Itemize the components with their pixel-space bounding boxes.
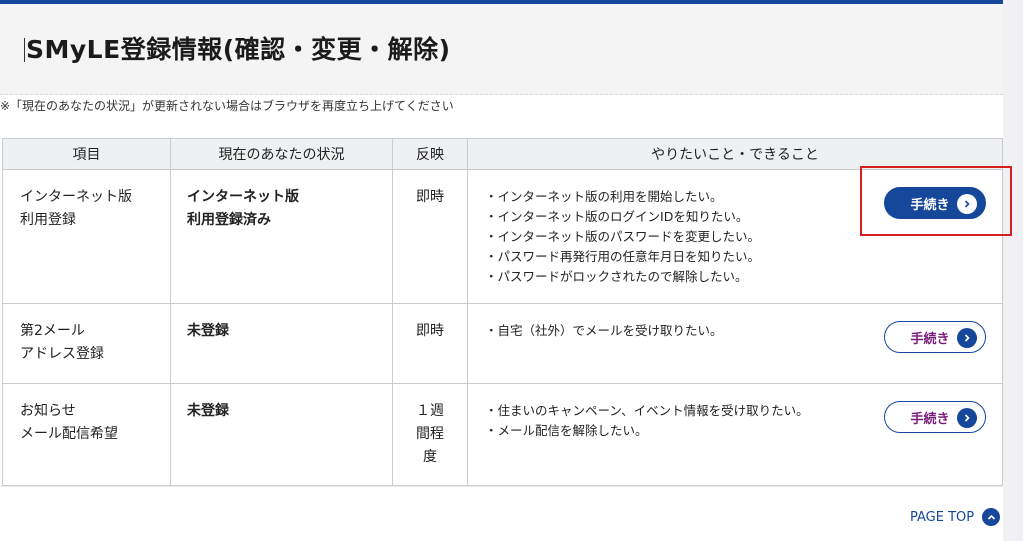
chevron-right-icon — [957, 194, 977, 214]
reflect-text: 即時 — [416, 323, 444, 339]
item-cell: インターネット版 利用登録 — [2, 169, 171, 304]
todo-item: パスワードがロックされたので解除したい。 — [485, 267, 1002, 287]
status-line: 未登録 — [187, 403, 229, 419]
table-row: 第2メール アドレス登録 未登録 即時 自宅（社外）でメールを受け取りたい。 — [2, 303, 1003, 384]
table-header-row: 項目 現在のあなたの状況 反映 やりたいこと・できること — [2, 138, 1003, 170]
reflect-text: 即時 — [416, 189, 444, 205]
item-label-line: お知らせ — [20, 403, 76, 419]
item-label-line: 利用登録 — [20, 212, 76, 228]
reflect-text: 度 — [423, 449, 437, 465]
status-cell: 未登録 — [170, 383, 393, 486]
status-line: 利用登録済み — [187, 212, 271, 228]
procedure-button-internet[interactable]: 手続き — [884, 187, 986, 219]
table-row: インターネット版 利用登録 インターネット版 利用登録済み 即時 インターネット… — [2, 169, 1003, 304]
registration-table: 項目 現在のあなたの状況 反映 やりたいこと・できること インターネット版 利用… — [2, 138, 1003, 486]
header-reflect: 反映 — [392, 138, 468, 170]
reflect-text: 間程 — [416, 426, 444, 442]
item-label-line: 第2メール — [20, 323, 85, 339]
notice-text: ※「現在のあなたの状況」が更新されない場合はブラウザを再度立ち上げてください — [0, 99, 454, 113]
reflect-cell: 即時 — [392, 303, 468, 384]
item-label-line: メール配信希望 — [20, 426, 118, 442]
page-header: SMyLE登録情報(確認・変更・解除) — [0, 4, 1003, 95]
procedure-button-label: 手続き — [910, 197, 950, 213]
reflect-text: １週 — [416, 403, 444, 419]
page-top-link[interactable]: PAGE TOP — [910, 508, 1001, 526]
status-cell: 未登録 — [170, 303, 393, 384]
status-line: 未登録 — [187, 323, 229, 339]
divider — [0, 486, 1003, 487]
chevron-up-icon — [982, 508, 1001, 526]
chevron-right-icon — [957, 408, 977, 428]
header-todo: やりたいこと・できること — [467, 138, 1003, 170]
header-item: 項目 — [2, 138, 171, 170]
procedure-button-newsletter[interactable]: 手続き — [884, 401, 986, 433]
reflect-cell: １週 間程 度 — [392, 383, 468, 486]
todo-cell: インターネット版の利用を開始したい。 インターネット版のログインIDを知りたい。… — [467, 169, 1003, 304]
page-title: SMyLE登録情報(確認・変更・解除) — [26, 35, 451, 64]
reflect-cell: 即時 — [392, 169, 468, 304]
status-line: インターネット版 — [187, 189, 299, 205]
item-cell: 第2メール アドレス登録 — [2, 303, 171, 384]
procedure-button-label: 手続き — [910, 331, 950, 347]
todo-cell: 自宅（社外）でメールを受け取りたい。 手続き — [467, 303, 1003, 384]
scrollbar-track[interactable] — [1003, 0, 1023, 541]
status-cell: インターネット版 利用登録済み — [170, 169, 393, 304]
header-status: 現在のあなたの状況 — [170, 138, 393, 170]
table-row: お知らせ メール配信希望 未登録 １週 間程 度 住まいのキャンペーン、イベント… — [2, 383, 1003, 486]
item-label-line: インターネット版 — [20, 189, 132, 205]
text-cursor — [24, 38, 25, 62]
chevron-right-icon — [957, 328, 977, 348]
procedure-button-label: 手続き — [910, 411, 950, 427]
page-top-label: PAGE TOP — [910, 509, 975, 525]
todo-item: パスワード再発行用の任意年月日を知りたい。 — [485, 247, 1002, 267]
item-cell: お知らせ メール配信希望 — [2, 383, 171, 486]
todo-item: インターネット版のパスワードを変更したい。 — [485, 227, 1002, 247]
item-label-line: アドレス登録 — [20, 346, 104, 362]
procedure-button-second-email[interactable]: 手続き — [884, 321, 986, 353]
todo-cell: 住まいのキャンペーン、イベント情報を受け取りたい。 メール配信を解除したい。 手… — [467, 383, 1003, 486]
